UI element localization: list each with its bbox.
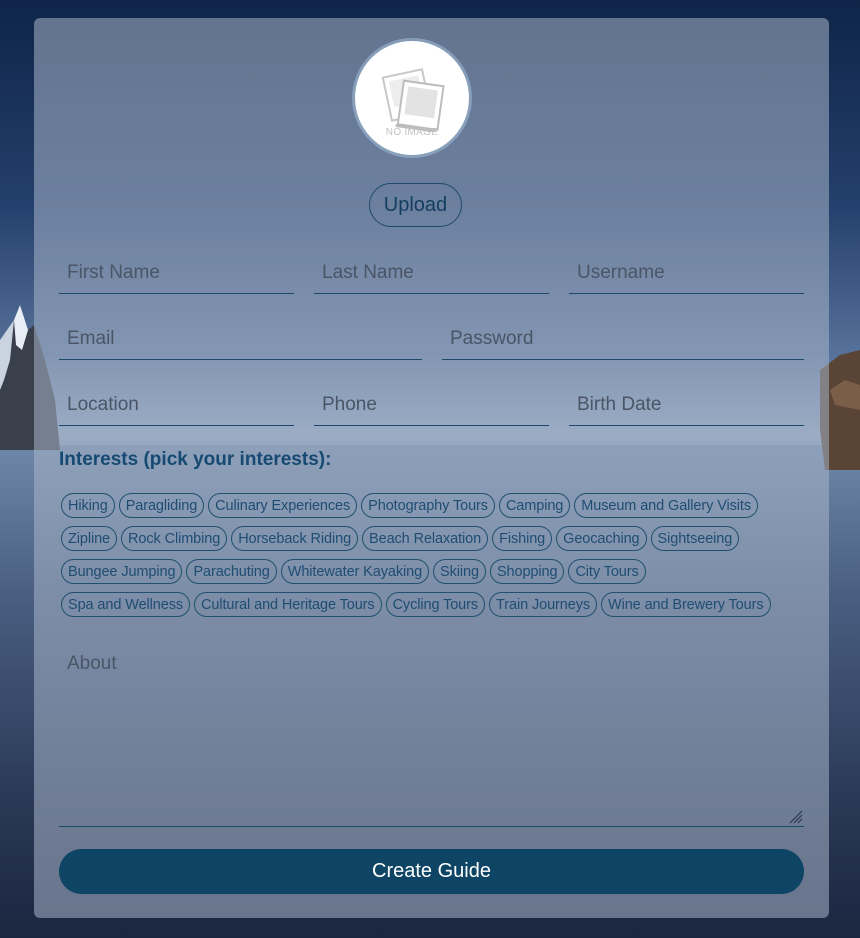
interest-tag-row: Hiking Paragliding Culinary Experiences Pho… — [61, 493, 801, 518]
email-input[interactable] — [59, 318, 422, 359]
interest-tag[interactable]: Train Journeys — [489, 592, 597, 617]
phone-input[interactable] — [314, 384, 549, 425]
no-image-label: NO IMAGE — [385, 127, 439, 138]
about-textarea[interactable] — [59, 643, 804, 826]
interest-tag[interactable]: Camping — [498, 493, 571, 518]
guide-form-card: NO IMAGE Upload Interests (pick your int… — [34, 18, 829, 918]
interest-tag[interactable]: Shopping — [489, 559, 565, 584]
interest-tag-row: Zipline Rock Climbing Horseback Riding Beac… — [61, 526, 801, 551]
interest-tag[interactable]: Whitewater Kayaking — [280, 559, 430, 584]
photo-placeholder-icon — [381, 68, 445, 133]
interest-tag-row: Bungee Jumping Parachuting Whitewater Kaya… — [61, 559, 801, 584]
interest-tag-row: Spa and Wellness Cultural and Heritage To… — [61, 592, 801, 617]
interest-tag[interactable]: Skiing — [433, 559, 486, 584]
phone-field[interactable] — [314, 384, 549, 426]
first-name-input[interactable] — [59, 252, 294, 293]
location-field[interactable] — [59, 384, 294, 426]
birth-date-input[interactable] — [569, 384, 804, 425]
about-field[interactable] — [59, 643, 804, 827]
interest-tag[interactable]: Museum and Gallery Visits — [574, 493, 758, 518]
interest-tag[interactable]: Cultural and Heritage Tours — [194, 592, 382, 617]
resize-handle-icon[interactable] — [787, 808, 803, 824]
interest-tag[interactable]: Cycling Tours — [385, 592, 486, 617]
create-guide-button[interactable]: Create Guide — [59, 849, 804, 894]
interest-tag[interactable]: Spa and Wellness — [61, 592, 191, 617]
interests-heading: Interests (pick your interests): — [59, 449, 332, 470]
first-name-field[interactable] — [59, 252, 294, 294]
interest-tag[interactable]: Photography Tours — [361, 493, 495, 518]
upload-button[interactable]: Upload — [369, 183, 462, 227]
interest-tag[interactable]: Rock Climbing — [121, 526, 228, 551]
interest-tag[interactable]: Fishing — [492, 526, 553, 551]
interest-tag[interactable]: Sightseeing — [650, 526, 740, 551]
email-field[interactable] — [59, 318, 422, 360]
interest-tag[interactable]: Wine and Brewery Tours — [601, 592, 771, 617]
username-field[interactable] — [569, 252, 804, 294]
password-field[interactable] — [442, 318, 804, 360]
interest-tag[interactable]: Parachuting — [186, 559, 277, 584]
location-input[interactable] — [59, 384, 294, 425]
last-name-input[interactable] — [314, 252, 549, 293]
interest-tag[interactable]: Beach Relaxation — [362, 526, 489, 551]
interest-tag[interactable]: Horseback Riding — [231, 526, 359, 551]
interest-tag[interactable]: Culinary Experiences — [208, 493, 358, 518]
interest-tag[interactable]: Hiking — [61, 493, 115, 518]
interest-tag[interactable]: Paragliding — [118, 493, 205, 518]
avatar[interactable]: NO IMAGE — [355, 41, 469, 155]
interest-tag[interactable]: City Tours — [568, 559, 646, 584]
interest-tag[interactable]: Bungee Jumping — [61, 559, 183, 584]
last-name-field[interactable] — [314, 252, 549, 294]
password-input[interactable] — [442, 318, 804, 359]
interest-tag[interactable]: Zipline — [61, 526, 118, 551]
interest-tag[interactable]: Geocaching — [556, 526, 647, 551]
username-input[interactable] — [569, 252, 804, 293]
interest-tags: Hiking Paragliding Culinary Experiences Pho… — [61, 493, 801, 625]
birth-date-field[interactable] — [569, 384, 804, 426]
